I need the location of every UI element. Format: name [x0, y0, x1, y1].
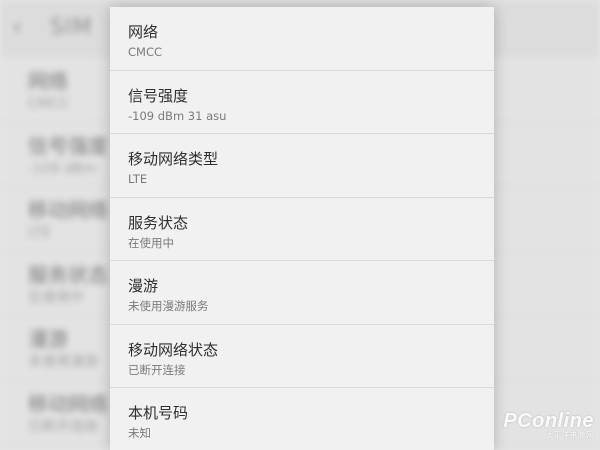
pconline-watermark: PConline 太平洋电脑网	[503, 411, 594, 440]
status-item-value: 在使用中	[128, 235, 174, 250]
status-item-value: 未知	[128, 426, 151, 440]
sim-status-list: 网络 CMCC 信号强度 -109 dBm 31 asu 移动网络类型 LTE …	[110, 7, 494, 450]
status-item-service-state[interactable]: 服务状态 在使用中	[110, 198, 494, 261]
status-item-title: 网络	[128, 23, 159, 41]
status-item-title: 信号强度	[128, 86, 189, 105]
status-item-title: 漫游	[128, 277, 159, 295]
status-item-value: 未使用漫游服务	[128, 299, 209, 313]
background-item-title: 移动网络	[28, 198, 108, 222]
watermark-subtext: 太平洋电脑网	[546, 431, 594, 439]
background-item-subtitle: -109 dBm	[28, 160, 97, 177]
background-item-title: 漫游	[28, 327, 68, 351]
status-item-mobile-network-state[interactable]: 移动网络状态 已断开连接	[110, 325, 494, 388]
status-item-value: CMCC	[128, 45, 163, 59]
status-item-value: LTE	[128, 172, 148, 186]
status-item-title: 移动网络状态	[128, 340, 219, 359]
background-item-title: 网络	[28, 69, 68, 93]
watermark-logo: PConline	[503, 410, 594, 432]
status-item-roaming[interactable]: 漫游 未使用漫游服务	[110, 261, 494, 325]
background-item-title: 信号强度	[28, 133, 108, 158]
background-item-subtitle: 在使用中	[28, 289, 84, 306]
status-item-network-type[interactable]: 移动网络类型 LTE	[110, 134, 494, 198]
status-item-title: 服务状态	[128, 213, 189, 232]
background-item-subtitle: LTE	[28, 225, 52, 241]
status-item-title: 本机号码	[128, 404, 189, 422]
status-item-title: 移动网络类型	[128, 150, 219, 168]
status-item-value: -109 dBm 31 asu	[128, 108, 227, 123]
background-item-subtitle: 未使用漫游	[28, 354, 98, 370]
status-item-value: 已断开连接	[128, 362, 186, 377]
background-item-subtitle: CMCC	[28, 96, 70, 112]
status-item-phone-number[interactable]: 本机号码 未知	[110, 388, 494, 450]
background-item-title: 移动网络	[28, 391, 108, 416]
background-item-title: 服务状态	[28, 262, 108, 287]
sim-status-card: 网络 CMCC 信号强度 -109 dBm 31 asu 移动网络类型 LTE …	[110, 7, 494, 450]
background-item-subtitle: 已断开连接	[28, 418, 98, 435]
chevron-left-icon: ‹	[12, 12, 23, 42]
status-item-signal-strength[interactable]: 信号强度 -109 dBm 31 asu	[110, 71, 494, 134]
status-item-network[interactable]: 网络 CMCC	[110, 7, 494, 71]
background-page-title: SIM	[50, 15, 93, 40]
